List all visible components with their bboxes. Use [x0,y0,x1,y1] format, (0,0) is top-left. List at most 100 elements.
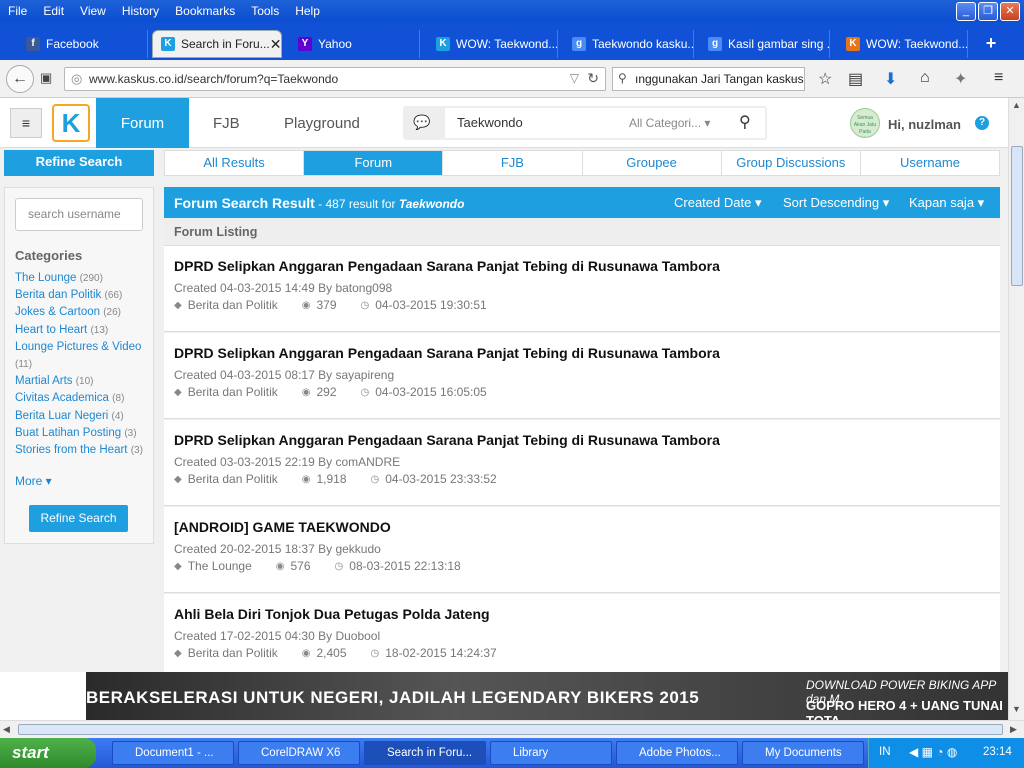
reload-icon[interactable]: ↻ [587,70,599,87]
search-icon[interactable]: ⚲ [739,112,751,132]
tray-icons[interactable]: ◀ ▦ ◔ ◍ [909,745,957,759]
eye-icon: ◉ [301,647,311,659]
task-my-documents[interactable]: My Documents [742,741,864,765]
reading-list-icon[interactable]: ▤ [848,69,863,89]
task-coreldraw[interactable]: CorelDRAW X6 [238,741,360,765]
task-photoshop[interactable]: Adobe Photos... [616,741,738,765]
hamburger-icon[interactable]: ≡ [10,108,42,138]
menu-tools[interactable]: Tools [243,4,287,18]
scroll-right-icon[interactable]: ▶ [1010,724,1017,735]
username-search-input[interactable]: search username [15,198,143,231]
scroll-down-icon[interactable]: ▼ [1012,704,1021,714]
result-title-link[interactable]: Ahli Bela Diri Tonjok Dua Petugas Polda … [174,606,490,622]
kaskus-page: ≡ K Forum FJB Playground 💬 Taekwondo All… [0,98,1008,672]
task-firefox[interactable]: Search in Foru... [364,741,486,765]
site-search-input[interactable]: Taekwondo [445,108,765,138]
menu-view[interactable]: View [72,4,114,18]
tab-forum[interactable]: Forum [304,151,444,175]
close-icon[interactable]: ✕ [1000,2,1020,21]
sort-field-select[interactable]: Created Date ▾ [674,195,761,211]
tab-search-forum[interactable]: K Search in Foru... ✕ [152,30,282,58]
star-icon[interactable]: ☆ [818,69,832,89]
task-library[interactable]: Library [490,741,612,765]
avatar[interactable]: Semua Akan Jatu Pada Waktunya [850,108,880,138]
user-greeting[interactable]: Hi, nuzlman [888,117,961,132]
minimize-icon[interactable]: _ [956,2,976,21]
tab-fjb[interactable]: FJB [443,151,583,175]
nav-fjb[interactable]: FJB [213,98,240,148]
tab-taekwondo-kaskus[interactable]: g Taekwondo kasku... [564,30,694,58]
result-title-link[interactable]: [ANDROID] GAME TAEKWONDO [174,519,391,535]
category-item[interactable]: Martial Arts (10) [15,373,151,390]
page-info-icon[interactable]: ▣ [40,70,52,86]
language-indicator[interactable]: IN [879,746,891,758]
chat-icon: 💬 [413,114,431,130]
category-item[interactable]: Stories from the Heart (3) [15,442,151,459]
category-item[interactable]: Lounge Pictures & Video (11) [15,339,151,373]
scroll-left-icon[interactable]: ◀ [3,724,10,735]
category-item[interactable]: Jokes & Cartoon (26) [15,304,151,321]
back-arrow-icon[interactable]: ← [6,65,34,93]
time-range-select[interactable]: Kapan saja ▾ [909,195,984,211]
menu-history[interactable]: History [114,4,167,18]
clock-icon: ◷ [334,560,344,572]
new-tab-icon[interactable]: + [978,30,1004,56]
category-item[interactable]: Berita Luar Negeri (4) [15,408,151,425]
go-arrow-icon[interactable]: → [788,70,800,84]
result-title-link[interactable]: DPRD Selipkan Anggaran Pengadaan Sarana … [174,258,720,274]
result-title-link[interactable]: DPRD Selipkan Anggaran Pengadaan Sarana … [174,345,720,361]
tab-groupee[interactable]: Groupee [583,151,722,175]
menu-file[interactable]: File [0,4,35,18]
menu-help[interactable]: Help [287,4,328,18]
category-item[interactable]: Civitas Academica (8) [15,390,151,407]
tab-group-discussions[interactable]: Group Discussions [722,151,861,175]
site-search: 💬 Taekwondo All Categori... ▾ ⚲ [403,106,767,140]
help-icon[interactable]: ? [975,116,989,130]
tab-hasil-gambar[interactable]: g Kasil gambar sing ... [700,30,830,58]
tab-wow-taekwondo[interactable]: K WOW: Taekwond... [428,30,558,58]
scroll-up-icon[interactable]: ▲ [1012,100,1021,110]
tab-all-results[interactable]: All Results [165,151,305,175]
vertical-scrollbar[interactable]: ▲ ▼ [1008,98,1024,720]
sort-order-select[interactable]: Sort Descending ▾ [783,195,889,211]
kaskus-icon: K [846,37,860,51]
category-item[interactable]: Heart to Heart (13) [15,322,151,339]
refine-search-header: Refine Search [4,150,154,176]
category-item[interactable]: The Lounge (290) [15,270,151,287]
download-icon[interactable]: ⬇ [884,69,897,89]
menu-bookmarks[interactable]: Bookmarks [167,4,243,18]
menu-edit[interactable]: Edit [35,4,72,18]
tab-wow-taekwondo-2[interactable]: K WOW: Taekwond... [838,30,968,58]
kaskus-logo[interactable]: K [52,104,90,142]
globe-icon: ◎ [71,71,83,86]
tab-username[interactable]: Username [861,151,999,175]
menu-bar: File Edit View History Bookmarks Tools H… [0,0,1024,22]
nav-playground[interactable]: Playground [284,98,360,148]
start-button[interactable]: start [0,738,96,768]
restore-icon[interactable]: ❐ [978,2,998,21]
close-tab-icon[interactable]: ✕ [270,36,281,53]
eye-icon: ◉ [275,560,285,572]
task-word[interactable]: Document1 - ... [112,741,234,765]
url-bar[interactable]: ◎ www.kaskus.co.id/search/forum?q=Taekwo… [64,67,606,91]
dropdown-arrow-icon[interactable]: ▽ [570,71,579,85]
tab-yahoo[interactable]: Y Yahoo [290,30,420,58]
horizontal-scrollbar[interactable]: ◀ ▶ [0,720,1024,738]
refine-sidebar: search username Categories The Lounge (2… [4,187,154,544]
more-categories-link[interactable]: More ▾ [15,474,52,488]
tab-facebook[interactable]: f Facebook [18,30,148,58]
ad-banner[interactable]: BERAKSELERASI UNTUK NEGERI, JADILAH LEGE… [86,672,1008,728]
result-title-link[interactable]: DPRD Selipkan Anggaran Pengadaan Sarana … [174,432,720,448]
category-item[interactable]: Buat Latihan Posting (3) [15,425,151,442]
menu-icon[interactable]: ≡ [994,69,1003,87]
category-select[interactable]: All Categori... ▾ [629,116,710,130]
category-item[interactable]: Berita dan Politik (66) [15,287,151,304]
extension-icon[interactable]: ✦ [954,69,967,89]
scrollbar-thumb[interactable] [18,724,1003,735]
home-icon[interactable]: ⌂ [920,69,930,87]
refine-search-button[interactable]: Refine Search [29,505,128,532]
browser-search-input[interactable]: ⚲ ınggunakan Jari Tangan kaskus → [612,67,805,91]
nav-forum[interactable]: Forum [96,98,189,148]
result-row: [ANDROID] GAME TAEKWONDO Created 20-02-2… [164,507,1000,593]
scrollbar-thumb[interactable] [1011,146,1023,286]
